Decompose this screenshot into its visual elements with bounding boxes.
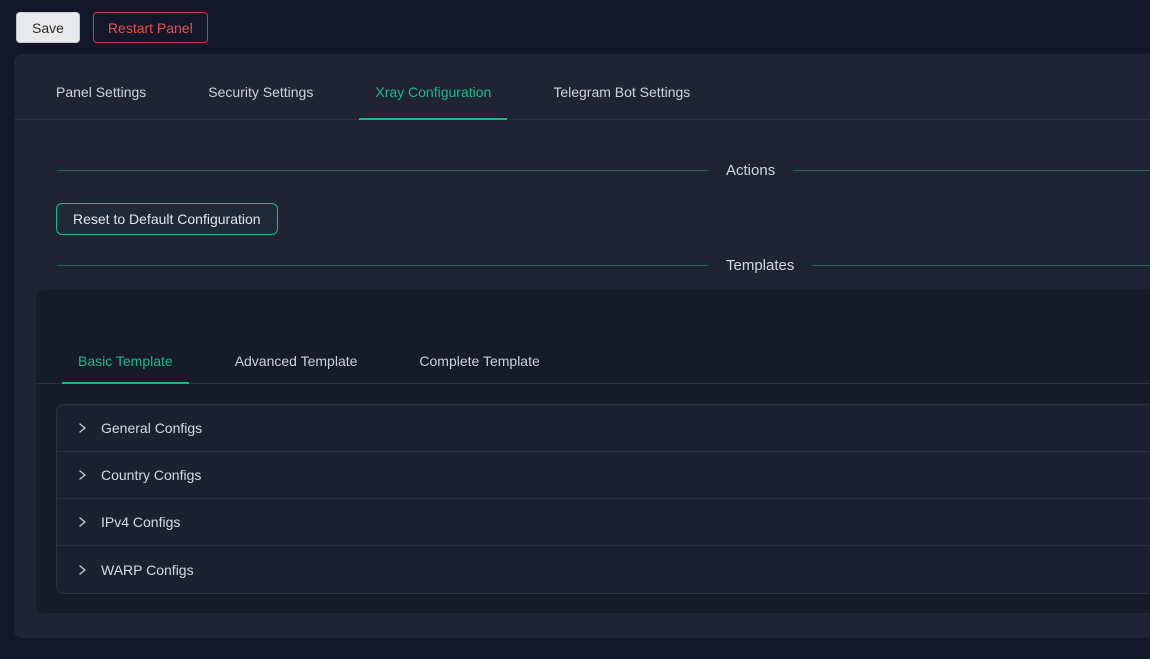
top-toolbar: Save Restart Panel xyxy=(0,0,1150,54)
divider-line xyxy=(57,265,708,266)
collapse-label: WARP Configs xyxy=(101,562,194,578)
tab-advanced-template[interactable]: Advanced Template xyxy=(219,353,374,383)
divider-line xyxy=(812,265,1150,266)
collapse-label: Country Configs xyxy=(101,467,201,483)
actions-divider: Actions xyxy=(57,162,1150,179)
tab-xray-configuration[interactable]: Xray Configuration xyxy=(359,84,507,119)
chevron-right-icon xyxy=(76,469,88,481)
collapse-general-configs[interactable]: General Configs xyxy=(57,405,1150,452)
chevron-right-icon xyxy=(76,564,88,576)
tab-telegram-bot-settings[interactable]: Telegram Bot Settings xyxy=(537,84,706,119)
tab-security-settings[interactable]: Security Settings xyxy=(192,84,329,119)
divider-line xyxy=(57,170,708,171)
template-collapse: General Configs Country Configs IPv4 Con… xyxy=(56,404,1150,594)
settings-card: Panel Settings Security Settings Xray Co… xyxy=(14,54,1150,638)
tab-panel-settings[interactable]: Panel Settings xyxy=(40,84,162,119)
restart-panel-button[interactable]: Restart Panel xyxy=(93,12,208,43)
chevron-right-icon xyxy=(76,422,88,434)
templates-divider-label: Templates xyxy=(726,257,794,274)
divider-line xyxy=(793,170,1150,171)
templates-card: Basic Template Advanced Template Complet… xyxy=(36,290,1150,613)
actions-divider-label: Actions xyxy=(726,162,775,179)
settings-tabs: Panel Settings Security Settings Xray Co… xyxy=(14,54,1150,120)
save-button[interactable]: Save xyxy=(16,12,80,43)
collapse-ipv4-configs[interactable]: IPv4 Configs xyxy=(57,499,1150,546)
collapse-country-configs[interactable]: Country Configs xyxy=(57,452,1150,499)
collapse-label: IPv4 Configs xyxy=(101,514,180,530)
templates-divider: Templates xyxy=(57,257,1150,274)
template-tabs: Basic Template Advanced Template Complet… xyxy=(36,338,1150,384)
reset-default-config-button[interactable]: Reset to Default Configuration xyxy=(56,203,278,235)
tab-basic-template[interactable]: Basic Template xyxy=(62,353,189,383)
chevron-right-icon xyxy=(76,516,88,528)
tab-complete-template[interactable]: Complete Template xyxy=(403,353,555,383)
collapse-warp-configs[interactable]: WARP Configs xyxy=(57,546,1150,593)
collapse-label: General Configs xyxy=(101,420,202,436)
